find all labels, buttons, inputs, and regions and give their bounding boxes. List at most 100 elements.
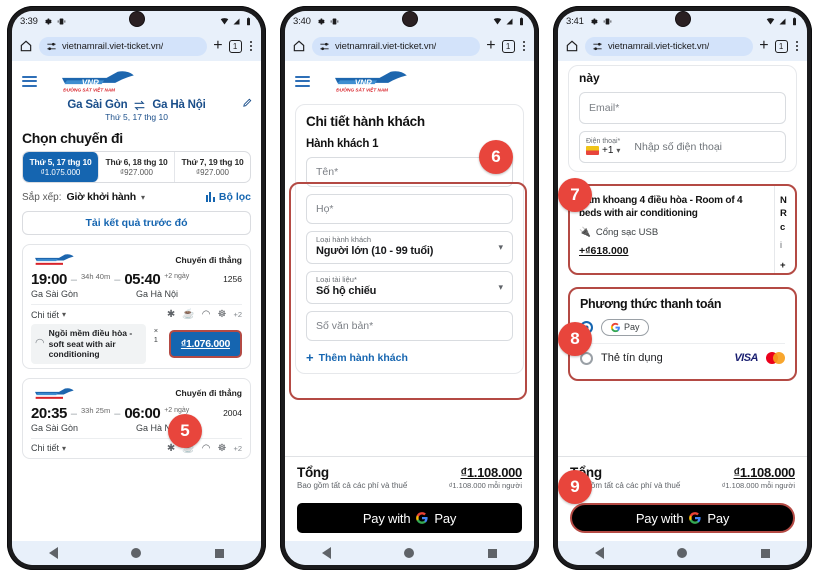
new-tab-button[interactable]: + — [213, 38, 222, 54]
home-icon[interactable] — [19, 39, 33, 53]
passenger-type-select[interactable]: Loại hành khách Người lớn (10 - 99 tuổi)… — [306, 231, 513, 264]
front-camera-cutout — [129, 12, 144, 26]
trip-origin: Ga Sài Gòn — [31, 289, 79, 299]
document-number-field[interactable]: Số văn bản* — [306, 311, 513, 341]
battery-icon — [520, 17, 523, 25]
document-type-select[interactable]: Loại tài liệu* Số hộ chiếu ▾ — [306, 271, 513, 304]
date-tab-day: Thứ 7, 19 thg 10 — [181, 157, 244, 167]
address-bar[interactable]: vietnamrail.viet-ticket.vn/ — [585, 36, 754, 56]
new-tab-button[interactable]: + — [486, 38, 495, 54]
tab-switcher-button[interactable]: 1 — [774, 39, 788, 53]
date-tab-2[interactable]: Thứ 7, 19 thg 10 ₫927.000 — [175, 152, 250, 182]
pay-with-label: Pay with — [635, 510, 684, 526]
more-menu-icon[interactable] — [521, 40, 527, 52]
nav-recents-icon[interactable] — [488, 548, 498, 558]
new-tab-button[interactable]: + — [759, 38, 768, 54]
berth-option-next-peek[interactable]: N R c i + — [775, 186, 795, 273]
tune-icon — [320, 42, 329, 50]
trip-card-0[interactable]: Chuyến đi thẳng 19:00 – 34h 40m – 05:40 … — [22, 244, 251, 369]
date-tab-price: ₫927.000 — [195, 168, 230, 177]
time-dash: – — [114, 407, 121, 420]
payment-option-card[interactable]: Thẻ tín dụng VISA — [580, 342, 785, 372]
chevron-down-icon: ▾ — [62, 310, 67, 319]
email-field[interactable]: Email* — [579, 92, 786, 124]
trip-detail-toggle[interactable]: Chi tiết ▾ — [31, 443, 66, 453]
home-icon[interactable] — [292, 39, 306, 53]
total-amount-value: ₫1.108.000 — [733, 465, 795, 480]
date-tab-0[interactable]: Thứ 5, 17 thg 10 ₫1.075.000 — [23, 152, 99, 182]
tune-icon — [47, 42, 56, 50]
date-tab-1[interactable]: Thứ 6, 18 thg 10 ₫927.000 — [99, 152, 175, 182]
country-code-select[interactable]: Điện thoại* +1 ▾ — [580, 138, 626, 156]
berth-option-amenity: 🔌 Cổng sạc USB — [579, 227, 765, 238]
google-pay-button[interactable]: Pay with Pay — [297, 503, 522, 533]
last-name-placeholder: Họ* — [316, 203, 334, 215]
trip-direct-label: Chuyến đi thẳng — [175, 388, 242, 399]
nav-back-icon[interactable] — [321, 547, 331, 559]
status-bar-right — [220, 17, 253, 26]
hamburger-menu-icon[interactable] — [22, 75, 37, 87]
status-time: 3:39 — [20, 15, 38, 27]
page-title: Chọn chuyến đi — [22, 130, 123, 146]
phone-field[interactable]: Điện thoại* +1 ▾ Nhập số điện thoại — [579, 131, 786, 163]
trip-arrive-time: 05:40 — [124, 271, 161, 288]
berth-option-card[interactable]: Nằm khoang 4 điều hòa - Room of 4 beds w… — [568, 184, 797, 275]
select-price-label: ₫1.076.000 — [180, 337, 230, 350]
nav-recents-icon[interactable] — [215, 548, 225, 558]
nav-home-icon[interactable] — [404, 548, 415, 558]
three-phone-screenshot-collage: 3:39 vietnamrail.viet-ticket.vn/ + 1 VNR… — [0, 0, 819, 574]
more-menu-icon[interactable] — [794, 40, 800, 52]
wifi-icon — [493, 17, 502, 24]
time-dash: – — [70, 407, 77, 420]
front-camera-cutout — [402, 12, 417, 26]
wifi-icon — [766, 17, 775, 24]
chevron-down-icon: ▾ — [62, 443, 67, 453]
total-label: Tổng — [297, 465, 329, 480]
trip-duration: 33h 25m — [81, 405, 111, 415]
address-bar[interactable]: vietnamrail.viet-ticket.vn/ — [312, 36, 481, 56]
trip-card-1[interactable]: Chuyến đi thẳng 20:35 – 33h 25m – 06:00 … — [22, 377, 251, 459]
vnr-mini-logo — [35, 254, 74, 265]
load-previous-button[interactable]: Tải kết quả trước đó — [22, 211, 251, 235]
tab-switcher-button[interactable]: 1 — [228, 39, 242, 53]
phone-label: Điện thoại* — [586, 138, 621, 145]
select-price-button[interactable]: ₫1.076.000 — [168, 329, 242, 358]
route-summary[interactable]: Ga Sài Gòn Ga Hà Nội — [12, 96, 261, 111]
home-icon[interactable] — [565, 39, 579, 53]
first-name-placeholder: Tên* — [316, 166, 339, 178]
payment-option-gpay[interactable]: Pay — [580, 311, 785, 343]
peek-line-0: N — [780, 195, 787, 206]
sort-value[interactable]: Giờ khởi hành — [66, 191, 136, 203]
card-logos: VISA — [734, 352, 785, 365]
add-passenger-button[interactable]: + Thêm hành khách — [306, 350, 513, 365]
nav-home-icon[interactable] — [131, 548, 142, 558]
date-tab-day: Thứ 6, 18 thg 10 — [105, 157, 168, 167]
page-content-2: VNR ĐƯỜNG SẮT VIỆT NAM Chi tiết hành khá… — [285, 61, 534, 456]
nav-back-icon[interactable] — [594, 547, 604, 559]
more-menu-icon[interactable] — [248, 40, 254, 52]
vibrate-icon — [57, 18, 65, 24]
mastercard-icon — [766, 352, 785, 365]
edit-pencil-icon[interactable] — [242, 97, 253, 108]
filter-button[interactable]: Bộ lọc — [205, 191, 251, 203]
trip-detail-toggle[interactable]: Chi tiết ▾ — [31, 310, 66, 320]
google-pay-button[interactable]: Pay with Pay — [570, 503, 795, 533]
wifi-icon — [220, 17, 229, 24]
chevron-down-icon[interactable]: ▾ — [141, 193, 145, 202]
tab-switcher-button[interactable]: 1 — [501, 39, 515, 53]
seat-icon: ◠ — [201, 442, 211, 454]
nav-home-icon[interactable] — [677, 548, 688, 558]
trip-stations: Ga Sài Gòn Ga Hà Nội — [31, 289, 242, 299]
hamburger-menu-icon[interactable] — [295, 75, 310, 87]
nav-recents-icon[interactable] — [761, 548, 771, 558]
passenger-details-title: Chi tiết hành khách — [306, 114, 425, 129]
sort-row: Sắp xếp: Giờ khởi hành ▾ Bộ lọc — [12, 183, 261, 207]
time-dash: – — [70, 274, 77, 286]
address-bar[interactable]: vietnamrail.viet-ticket.vn/ — [39, 36, 208, 56]
last-name-field[interactable]: Họ* — [306, 194, 513, 224]
nav-back-icon[interactable] — [48, 547, 58, 559]
google-g-icon — [689, 512, 701, 524]
date-tab-price: ₫927.000 — [119, 168, 154, 177]
battery-icon — [247, 17, 250, 25]
amenities-more: +2 — [233, 443, 242, 453]
